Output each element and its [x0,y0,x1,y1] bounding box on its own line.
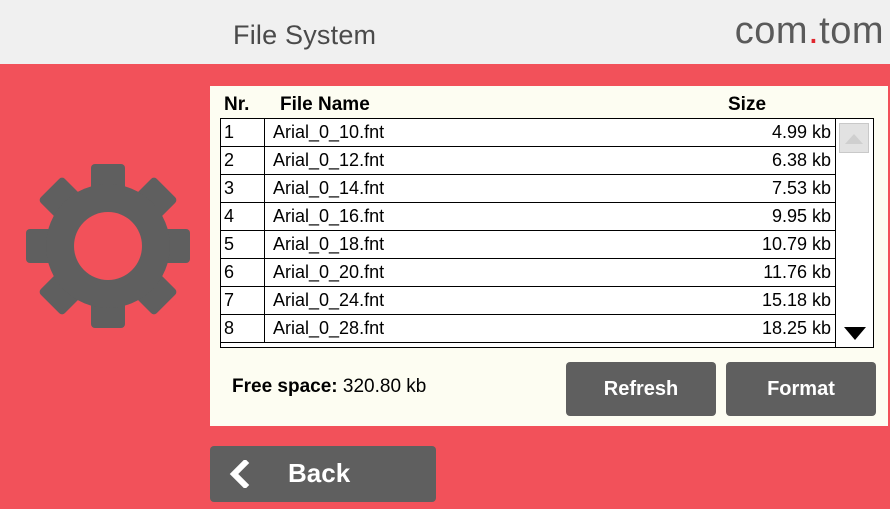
cell-nr: 5 [221,231,265,258]
triangle-up-icon [845,134,863,144]
free-space-label: Free space: [232,376,338,397]
cell-nr: 8 [221,315,265,342]
file-table[interactable]: 1 Arial_0_10.fnt 4.99 kb 2 Arial_0_12.fn… [220,118,874,348]
logo-dot: . [808,10,820,52]
cell-nr: 1 [221,119,265,146]
table-header: Nr. File Name Size [220,94,860,120]
table-row[interactable]: 2 Arial_0_12.fnt 6.38 kb [221,147,835,175]
table-row[interactable]: 8 Arial_0_28.fnt 18.25 kb [221,315,835,343]
cell-nr: 7 [221,287,265,314]
cell-nr: 2 [221,147,265,174]
table-row[interactable]: 3 Arial_0_14.fnt 7.53 kb [221,175,835,203]
logo-suffix: tom [819,10,884,52]
page-title: File System [233,20,377,50]
scrollbar[interactable] [835,119,873,347]
cell-file-name: Arial_0_14.fnt [273,178,385,198]
cell-size: 7.53 kb [771,178,831,198]
back-button[interactable]: Back [210,446,436,502]
table-row[interactable]: 7 Arial_0_24.fnt 15.18 kb [221,287,835,315]
file-list-panel: Nr. File Name Size 1 Arial_0_10.fnt 4.99… [210,86,888,426]
cell-size: 15.18 kb [761,290,831,310]
refresh-button[interactable]: Refresh [566,362,716,416]
column-header-size: Size [728,94,767,115]
scroll-down-button[interactable] [839,319,871,347]
triangle-down-icon [844,327,866,340]
column-header-file-name: File Name [280,94,370,115]
cell-size: 10.79 kb [761,234,831,254]
cell-nr: 4 [221,203,265,230]
cell-file-name: Arial_0_12.fnt [273,150,385,170]
back-button-label: Back [288,458,351,488]
cell-file-name: Arial_0_10.fnt [273,122,385,142]
cell-size: 6.38 kb [771,150,831,170]
cell-size: 18.25 kb [761,318,831,338]
free-space-value: 320.80 kb [342,376,427,397]
column-header-nr: Nr. [224,94,250,115]
brand-logo: com.tom [735,10,884,53]
logo-prefix: com [734,10,809,52]
chevron-left-icon [229,460,250,488]
free-space-readout: Free space: 320.80 kb [232,376,426,398]
format-button[interactable]: Format [726,362,876,416]
scroll-up-button[interactable] [839,123,869,153]
cell-size: 4.99 kb [771,122,831,142]
table-row[interactable]: 6 Arial_0_20.fnt 11.76 kb [221,259,835,287]
header-bar: File System com.tom [0,0,890,64]
gear-icon [26,164,190,328]
cell-file-name: Arial_0_20.fnt [273,262,385,282]
cell-file-name: Arial_0_24.fnt [273,290,385,310]
cell-file-name: Arial_0_18.fnt [273,234,385,254]
table-row[interactable]: 4 Arial_0_16.fnt 9.95 kb [221,203,835,231]
cell-nr: 6 [221,259,265,286]
table-row[interactable]: 1 Arial_0_10.fnt 4.99 kb [221,119,835,147]
cell-size: 9.95 kb [771,206,831,226]
cell-file-name: Arial_0_28.fnt [273,318,385,338]
cell-nr: 3 [221,175,265,202]
table-row[interactable]: 5 Arial_0_18.fnt 10.79 kb [221,231,835,259]
cell-size: 11.76 kb [763,262,831,282]
cell-file-name: Arial_0_16.fnt [273,206,385,226]
